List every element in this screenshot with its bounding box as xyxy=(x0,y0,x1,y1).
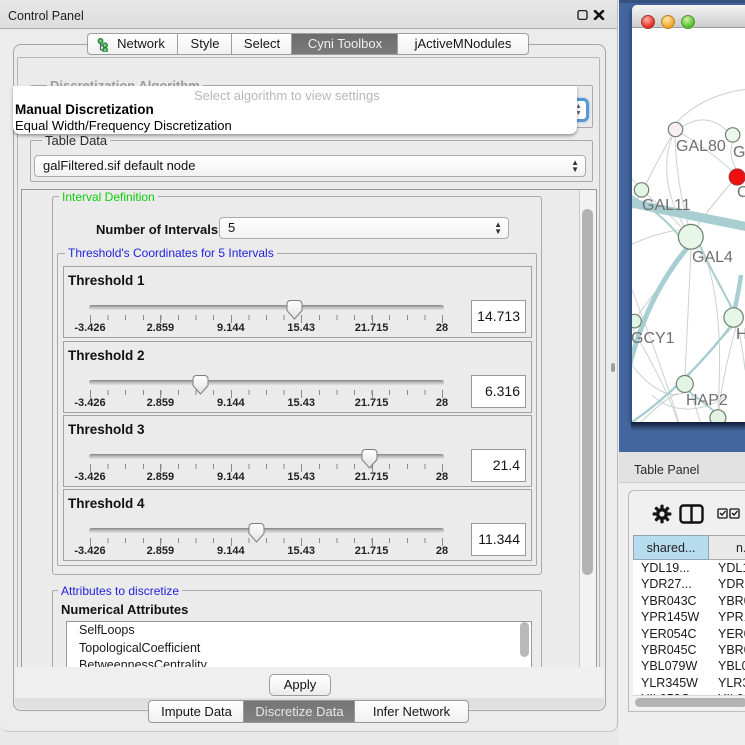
svg-text:C: C xyxy=(737,184,745,201)
svg-text:H: H xyxy=(736,326,745,343)
svg-text:GAL80: GAL80 xyxy=(676,138,726,155)
svg-text:GAL11: GAL11 xyxy=(642,197,691,214)
svg-text:GCY1: GCY1 xyxy=(632,330,675,347)
svg-text:GAL4: GAL4 xyxy=(692,249,733,266)
svg-text:GA: GA xyxy=(733,144,745,161)
svg-text:HAP2: HAP2 xyxy=(686,392,728,409)
